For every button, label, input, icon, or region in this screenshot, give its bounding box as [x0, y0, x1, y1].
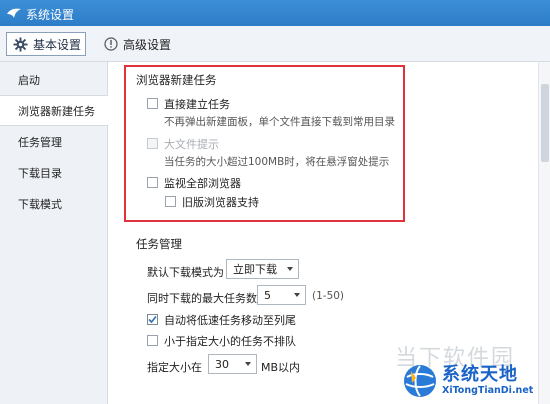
sidebar-item-label: 下载模式 — [18, 197, 62, 211]
large-file-checkbox[interactable] — [147, 138, 158, 149]
title-bar: 系统设置 — [0, 0, 550, 26]
direct-task-label: 直接建立任务 — [164, 98, 230, 111]
max-tasks-range: (1-50) — [312, 290, 345, 302]
sidebar-item-download-mode[interactable]: 下载模式 — [0, 188, 107, 219]
default-mode-value: 立即下载 — [233, 263, 277, 276]
browser-section-title: 浏览器新建任务 — [136, 73, 217, 87]
sidebar-item-label: 下载目录 — [18, 166, 62, 180]
globe-logo-icon — [404, 365, 436, 397]
settings-sidebar: 启动 浏览器新建任务 任务管理 下载目录 下载模式 — [0, 62, 108, 404]
max-tasks-label: 同时下载的最大任务数 — [147, 292, 257, 305]
direct-task-checkbox[interactable] — [147, 98, 158, 109]
sidebar-item-browser-new-task[interactable]: 浏览器新建任务 — [0, 95, 108, 126]
checkmark-icon — [148, 315, 157, 324]
chevron-down-icon — [294, 293, 300, 297]
bird-logo-icon — [7, 8, 21, 18]
scrollbar-thumb[interactable] — [541, 84, 549, 162]
window-title: 系统设置 — [26, 8, 75, 22]
sidebar-item-startup[interactable]: 启动 — [0, 64, 107, 95]
sidebar-item-download-directory[interactable]: 下载目录 — [0, 157, 107, 188]
sidebar-item-label: 任务管理 — [18, 135, 62, 149]
size-limit-value: 30 — [215, 357, 229, 371]
brand-url: XiTongTianDi.net — [442, 385, 534, 396]
no-queue-small-label: 小于指定大小的任务不排队 — [164, 335, 296, 348]
info-circle-icon — [104, 37, 118, 51]
move-slow-tasks-label: 自动将低速任务移动至列尾 — [164, 314, 296, 327]
sidebar-item-label: 浏览器新建任务 — [18, 104, 95, 118]
task-section-title: 任务管理 — [136, 237, 182, 251]
default-mode-label: 默认下载模式为 — [147, 266, 224, 279]
old-browser-support-label: 旧版浏览器支持 — [182, 196, 259, 209]
tab-advanced-settings[interactable]: 高级设置 — [104, 32, 171, 56]
monitor-all-browsers-label: 监视全部浏览器 — [164, 177, 241, 190]
max-tasks-select[interactable]: 5 — [257, 285, 306, 305]
gear-icon — [13, 36, 28, 52]
size-limit-unit: MB以内 — [261, 361, 301, 374]
max-tasks-value: 5 — [264, 288, 271, 302]
chevron-down-icon — [287, 267, 293, 271]
size-limit-label: 指定大小在 — [147, 361, 202, 374]
content-scrollbar[interactable] — [538, 62, 550, 404]
direct-task-description: 不再弹出新建面板，单个文件直接下载到常用目录 — [164, 116, 395, 128]
sidebar-item-label: 启动 — [18, 73, 40, 87]
tab-basic-settings[interactable]: 基本设置 — [6, 32, 86, 56]
settings-tabbar: 基本设置 高级设置 — [0, 26, 550, 62]
chevron-down-icon — [245, 362, 251, 366]
large-file-description: 当任务的大小超过100MB时，将在悬浮窗处提示 — [164, 156, 390, 168]
monitor-all-browsers-checkbox[interactable] — [147, 177, 158, 188]
tab-advanced-label: 高级设置 — [123, 37, 172, 52]
tab-basic-label: 基本设置 — [33, 37, 82, 52]
old-browser-support-checkbox[interactable] — [165, 196, 176, 207]
default-mode-select[interactable]: 立即下载 — [226, 259, 299, 279]
sidebar-item-task-management[interactable]: 任务管理 — [0, 126, 107, 157]
brand-watermark: 系统天地 XiTongTianDi.net — [402, 360, 548, 402]
large-file-label: 大文件提示 — [164, 138, 219, 151]
no-queue-small-checkbox[interactable] — [147, 335, 158, 346]
brand-name: 系统天地 — [442, 364, 518, 385]
move-slow-tasks-checkbox[interactable] — [147, 314, 158, 325]
size-limit-select[interactable]: 30 — [208, 354, 257, 374]
